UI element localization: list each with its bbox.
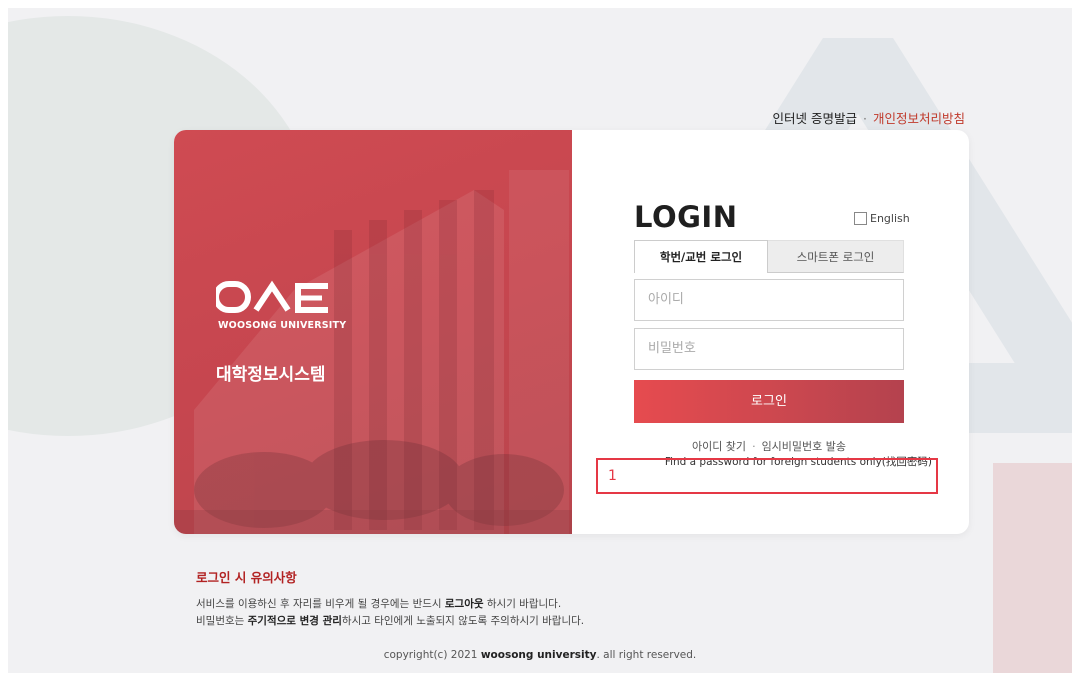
copyright-text: . all right reserved.: [596, 649, 697, 661]
copyright: copyright(c) 2021 woosong university. al…: [0, 649, 1080, 661]
find-id-link[interactable]: 아이디 찾기: [692, 440, 746, 453]
certificate-link[interactable]: 인터넷 증명발급: [773, 111, 857, 126]
notice-text: 서비스를 이용하신 후 자리를 비우게 될 경우에는 반드시: [196, 598, 445, 610]
notice-title: 로그인 시 유의사항: [196, 570, 297, 585]
woosong-logo-icon: [216, 280, 328, 313]
annotation-number: 1: [608, 468, 617, 484]
decorative-block: [993, 463, 1072, 673]
notice-text: 비밀번호는: [196, 615, 248, 627]
logo-wordmark: WOOSONG UNIVERSITY: [218, 320, 347, 331]
english-checkbox[interactable]: [854, 212, 867, 225]
login-tabs: 학번/교번 로그인 스마트폰 로그인: [634, 240, 904, 274]
english-label: English: [870, 212, 910, 225]
building-photo: [174, 170, 572, 534]
temp-password-link[interactable]: 임시비밀번호 발송: [762, 440, 846, 453]
link-separator: ·: [752, 440, 756, 453]
notice-text: 하시기 바랍니다.: [483, 598, 562, 610]
login-title: LOGIN: [634, 200, 738, 234]
copyright-brand: woosong university: [480, 649, 597, 661]
top-link-separator: ·: [863, 111, 867, 126]
login-button[interactable]: 로그인: [634, 380, 904, 423]
id-input[interactable]: 아이디: [634, 279, 904, 321]
notice-emphasis: 로그아웃: [444, 598, 484, 610]
password-input[interactable]: 비밀번호: [634, 328, 904, 370]
tab-student-id-login[interactable]: 학번/교번 로그인: [634, 240, 768, 273]
notice-text: 하시고 타인에게 노출되지 않도록 주의하시기 바랍니다.: [341, 615, 585, 627]
notice-line-logout: 서비스를 이용하신 후 자리를 비우게 될 경우에는 반드시 로그아웃 하시기 …: [196, 596, 561, 611]
tab-smartphone-login[interactable]: 스마트폰 로그인: [768, 240, 904, 273]
annotation-highlight-box: [596, 458, 938, 494]
english-toggle[interactable]: English: [854, 212, 910, 225]
system-title: 대학정보시스템: [216, 365, 326, 385]
notice-line-password: 비밀번호는 주기적으로 변경 관리하시고 타인에게 노출되지 않도록 주의하시기…: [196, 613, 584, 628]
account-links: 아이디 찾기 · 임시비밀번호 발송: [634, 438, 904, 454]
privacy-policy-link[interactable]: 개인정보처리방침: [873, 111, 965, 126]
brand-panel: WOOSONG UNIVERSITY 대학정보시스템: [174, 130, 572, 534]
copyright-text: copyright(c) 2021: [383, 649, 481, 661]
top-links: 인터넷 증명발급 · 개인정보처리방침: [773, 108, 965, 127]
notice-emphasis: 주기적으로 변경 관리: [247, 615, 342, 627]
